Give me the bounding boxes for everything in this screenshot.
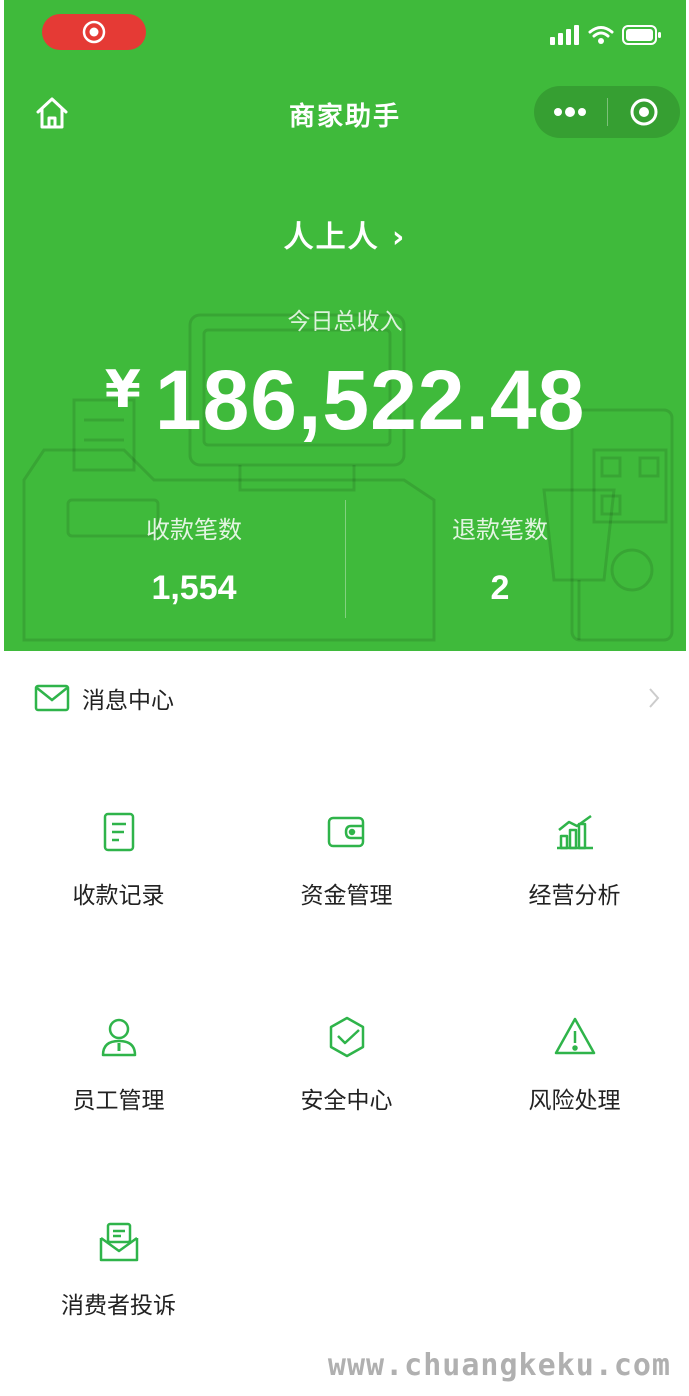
record-icon <box>82 20 106 44</box>
watermark: www.chuangkeku.com <box>327 1348 671 1383</box>
payment-count-stat[interactable]: 收款笔数 1,554 <box>44 510 344 608</box>
header-hero: 商家助手 人上人 › 今日总收入 ¥186,522.48 收款笔数 1,554 … <box>4 0 686 651</box>
today-income-label: 今日总收入 <box>287 309 403 335</box>
envelope-icon <box>34 684 70 712</box>
income-value: 186,522.48 <box>154 353 586 447</box>
warning-icon <box>554 1017 595 1055</box>
menu-item-risk-handling[interactable]: 风险处理 <box>460 1015 689 1115</box>
menu-item-label: 员工管理 <box>72 1088 165 1114</box>
menu-item-label: 安全中心 <box>300 1088 393 1114</box>
complaint-mail-icon <box>99 1222 138 1262</box>
currency-symbol: ¥ <box>104 360 141 420</box>
message-center-row[interactable]: 消息中心 <box>4 651 686 745</box>
menu-item-label: 资金管理 <box>300 883 393 909</box>
target-close-icon <box>630 98 658 126</box>
cellular-signal-icon <box>550 25 579 45</box>
shield-icon <box>329 1016 364 1058</box>
chevron-right-icon <box>649 688 660 708</box>
menu-item-label: 消费者投诉 <box>61 1293 176 1319</box>
battery-icon <box>622 25 661 45</box>
refund-count-label: 退款笔数 <box>452 516 548 544</box>
menu-item-business-analysis[interactable]: 经营分析 <box>460 810 689 910</box>
menu-item-consumer-complaints[interactable]: 消费者投诉 <box>4 1220 233 1320</box>
menu-item-payment-records[interactable]: 收款记录 <box>4 810 233 910</box>
refund-count-stat[interactable]: 退款笔数 2 <box>350 510 650 608</box>
receipt-icon <box>103 812 134 852</box>
message-center-label: 消息中心 <box>82 688 174 714</box>
staff-icon <box>101 1018 136 1057</box>
wallet-icon <box>327 816 364 848</box>
store-name-link[interactable]: 人上人 › <box>4 212 686 256</box>
close-mini-program-button[interactable] <box>608 86 681 138</box>
menu-item-label: 风险处理 <box>528 1088 621 1114</box>
mini-program-capsule <box>534 86 680 138</box>
more-options-button[interactable] <box>534 86 607 138</box>
recording-indicator[interactable] <box>42 14 146 50</box>
menu-item-staff-management[interactable]: 员工管理 <box>4 1015 233 1115</box>
menu-item-label: 经营分析 <box>528 883 621 909</box>
payment-count-value: 1,554 <box>151 569 237 607</box>
menu-item-fund-management[interactable]: 资金管理 <box>232 810 461 910</box>
menu-item-security-center[interactable]: 安全中心 <box>232 1015 461 1115</box>
payment-count-label: 收款笔数 <box>146 516 242 544</box>
menu-item-label: 收款记录 <box>72 883 165 909</box>
refund-count-value: 2 <box>490 569 510 607</box>
stats-divider <box>345 500 346 618</box>
chart-icon <box>556 814 593 850</box>
today-income-amount: ¥186,522.48 <box>4 352 686 449</box>
more-dots-icon <box>554 107 587 117</box>
status-bar <box>550 24 662 46</box>
wifi-icon <box>588 26 614 44</box>
